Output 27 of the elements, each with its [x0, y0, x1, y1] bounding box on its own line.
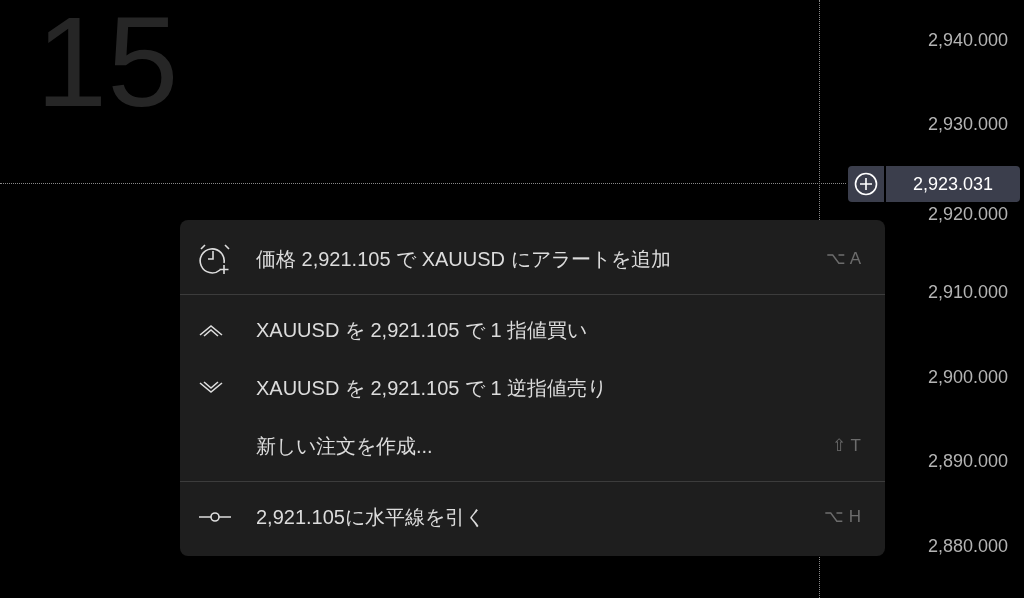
shortcut-hint: ⌥ H — [824, 506, 861, 529]
price-label: 2,900.000 — [927, 366, 1008, 388]
shortcut-hint: ⌥ A — [825, 248, 861, 271]
price-label: 2,910.000 — [927, 281, 1008, 303]
menu-label: XAUUSD を 2,921.105 で 1 指値買い — [256, 318, 589, 343]
alarm-clock-icon — [198, 242, 232, 276]
menu-label: 価格 2,921.105 で XAUUSD にアラートを追加 — [256, 247, 672, 272]
shortcut-hint: ⇧ T — [832, 435, 861, 458]
plus-circle-icon — [854, 172, 878, 196]
horizontal-line-icon — [198, 511, 232, 523]
add-button[interactable] — [848, 166, 884, 202]
menu-label: 新しい注文を作成... — [256, 434, 434, 459]
chevron-down-icon — [198, 380, 224, 396]
crosshair-price: 2,923.031 — [886, 166, 1020, 202]
menu-item[interactable]: XAUUSD を 2,921.105 で 1 指値買い — [180, 301, 885, 359]
price-label: 2,930.000 — [927, 113, 1008, 135]
menu-label: XAUUSD を 2,921.105 で 1 逆指値売り — [256, 376, 609, 401]
menu-item[interactable]: 新しい注文を作成... ⇧ T — [180, 417, 885, 475]
price-label: 2,890.000 — [927, 450, 1008, 472]
menu-item[interactable]: XAUUSD を 2,921.105 で 1 逆指値売り — [180, 359, 885, 417]
menu-label: 2,921.105に水平線を引く — [256, 505, 486, 530]
price-label: 2,940.000 — [927, 29, 1008, 51]
menu-item[interactable]: 価格 2,921.105 で XAUUSD にアラートを追加 ⌥ A — [180, 230, 885, 288]
price-label: 2,880.000 — [927, 535, 1008, 557]
menu-item[interactable]: 2,921.105に水平線を引く ⌥ H — [180, 488, 885, 546]
price-label: 2,920.000 — [927, 203, 1008, 225]
chevron-up-icon — [198, 322, 224, 338]
